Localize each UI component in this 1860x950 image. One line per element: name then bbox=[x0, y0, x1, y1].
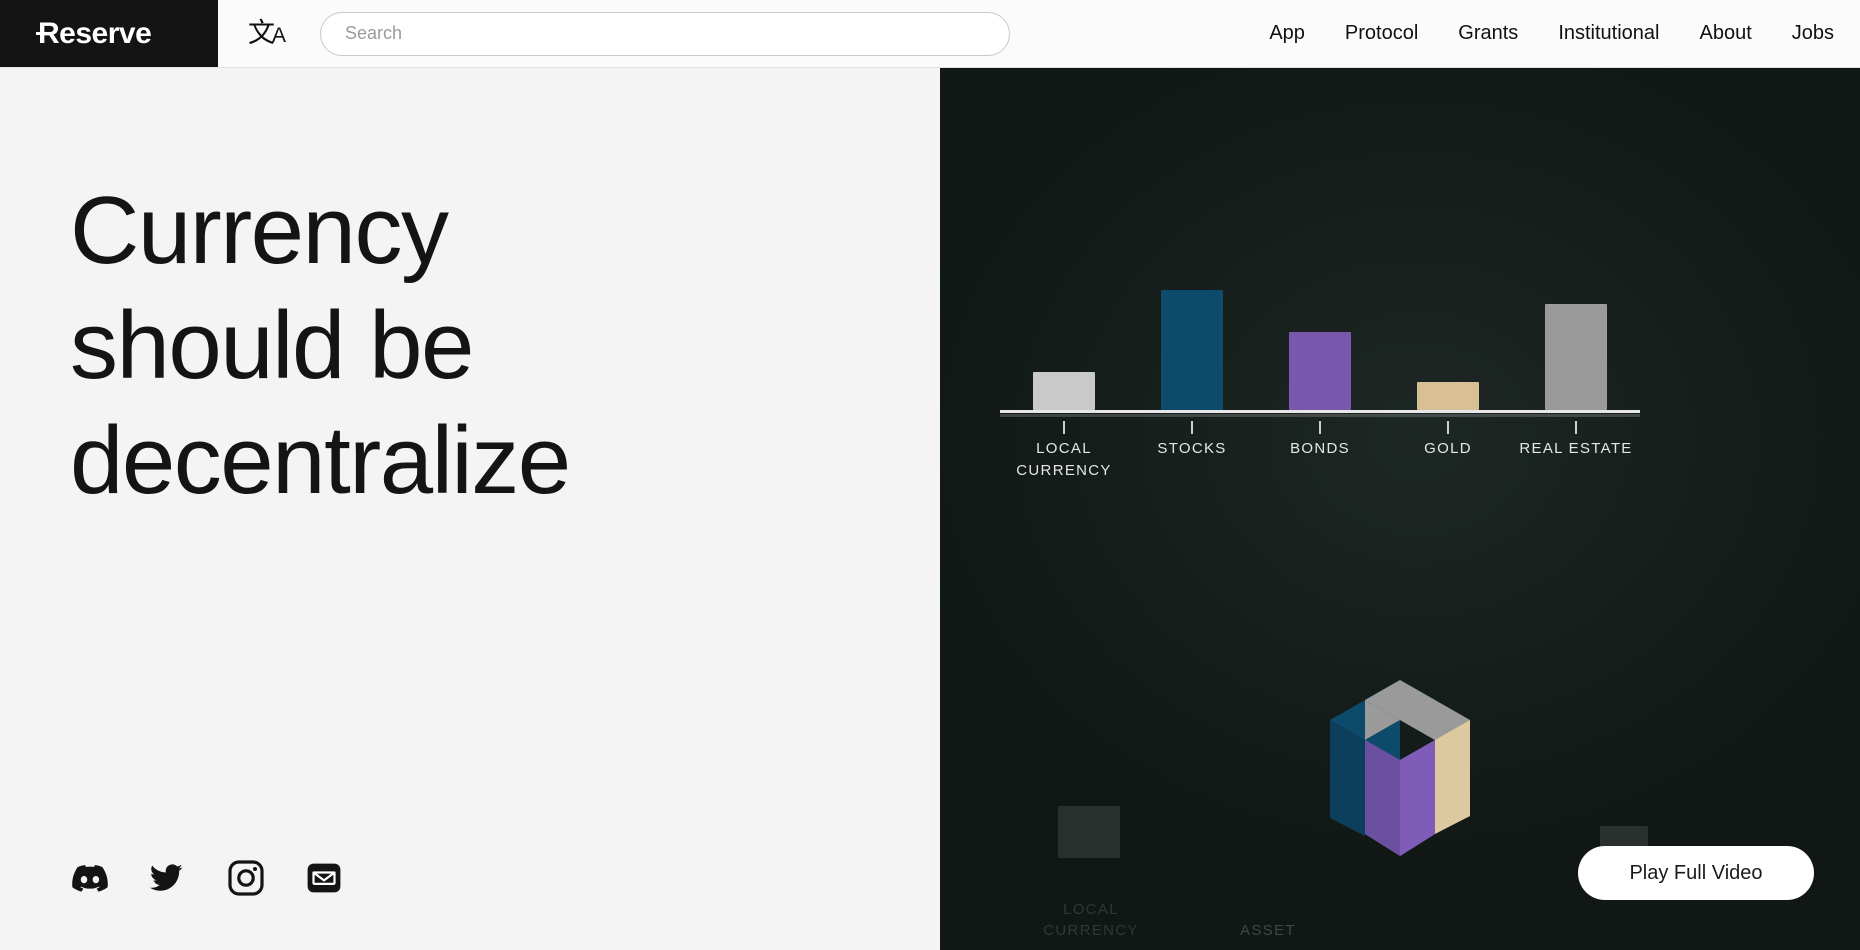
chart-label-bonds: BONDS bbox=[1290, 440, 1350, 457]
main-navigation: App Protocol Grants Institutional About … bbox=[1249, 22, 1834, 45]
headline-line-2: should be bbox=[70, 292, 474, 400]
ghost-label-local-currency: LOCAL CURRENCY bbox=[1043, 900, 1139, 940]
header-right: 文A App Protocol Grants Institutional Abo… bbox=[218, 0, 1860, 67]
bar-col-gold bbox=[1384, 290, 1512, 410]
chart-label-real-estate: REAL ESTATE bbox=[1519, 440, 1633, 457]
bar-bonds bbox=[1289, 332, 1351, 410]
logo-strike-icon bbox=[36, 31, 51, 35]
nav-item-app[interactable]: App bbox=[1249, 22, 1325, 45]
headline-line-1: Currency bbox=[70, 177, 449, 284]
logo[interactable]: Reserve bbox=[36, 16, 152, 50]
chart-labels: LOCAL CURRENCY STOCKS BONDS GOLD REAL ES… bbox=[1000, 438, 1640, 490]
tick-col bbox=[1512, 421, 1640, 434]
nav-item-about[interactable]: About bbox=[1679, 22, 1771, 45]
bar-col-real-estate bbox=[1512, 290, 1640, 410]
logo-mark: Reserve bbox=[36, 16, 152, 50]
tick-col bbox=[1000, 421, 1128, 434]
tick-mark bbox=[1191, 421, 1193, 434]
search-input[interactable] bbox=[345, 23, 986, 44]
instagram-icon[interactable] bbox=[226, 858, 266, 898]
search-box[interactable] bbox=[320, 11, 1011, 56]
tick-mark bbox=[1319, 421, 1321, 434]
nav-item-protocol[interactable]: Protocol bbox=[1325, 22, 1438, 45]
chart-axis-line bbox=[1000, 410, 1640, 413]
ghost-label-asset: ASSET bbox=[1240, 922, 1296, 940]
play-full-video-button[interactable]: Play Full Video bbox=[1578, 846, 1814, 900]
tick-mark bbox=[1447, 421, 1449, 434]
tick-col bbox=[1256, 421, 1384, 434]
bar-gold bbox=[1417, 382, 1479, 410]
chart-label-gold: GOLD bbox=[1424, 440, 1472, 457]
nav-item-jobs[interactable]: Jobs bbox=[1772, 22, 1834, 45]
bar-real-estate bbox=[1545, 304, 1607, 410]
hero-left-panel: Currency should be decentralize bbox=[0, 68, 940, 950]
chart-label-stocks: STOCKS bbox=[1157, 440, 1227, 457]
logo-text: Reserve bbox=[38, 16, 152, 50]
social-links bbox=[70, 858, 344, 898]
bar-local-currency bbox=[1033, 371, 1095, 410]
tick-mark bbox=[1575, 421, 1577, 434]
discord-icon[interactable] bbox=[70, 858, 110, 898]
email-icon[interactable] bbox=[304, 858, 344, 898]
chart-bars bbox=[1000, 290, 1640, 410]
asset-bar-chart: LOCAL CURRENCY STOCKS BONDS GOLD REAL ES… bbox=[1000, 240, 1640, 490]
language-icon-latin-glyph: A bbox=[272, 24, 287, 47]
bar-col-bonds bbox=[1256, 290, 1384, 410]
twitter-icon[interactable] bbox=[148, 858, 188, 898]
tick-col bbox=[1384, 421, 1512, 434]
site-header: Reserve 文A App Protocol Grants Instituti… bbox=[0, 0, 1860, 68]
language-translate-icon[interactable]: 文A bbox=[248, 20, 286, 47]
bar-stocks bbox=[1161, 290, 1223, 410]
ghost-bar-local-currency bbox=[1058, 806, 1120, 858]
language-icon-cjk-glyph: 文 bbox=[248, 18, 275, 48]
tick-mark bbox=[1063, 421, 1065, 434]
chart-label-local-currency: LOCAL CURRENCY bbox=[1016, 440, 1112, 479]
nav-item-institutional[interactable]: Institutional bbox=[1538, 22, 1679, 45]
bar-col-local-currency bbox=[1000, 290, 1128, 410]
bar-col-stocks bbox=[1128, 290, 1256, 410]
hero-right-panel: LOCAL CURRENCY STOCKS BONDS GOLD REAL ES… bbox=[940, 68, 1860, 950]
logo-block[interactable]: Reserve bbox=[0, 0, 218, 67]
headline-line-3: decentralize bbox=[70, 403, 890, 518]
hero-headline: Currency should be decentralize bbox=[70, 173, 890, 519]
chart-axis-shadow bbox=[1000, 414, 1640, 417]
tick-col bbox=[1128, 421, 1256, 434]
nav-item-grants[interactable]: Grants bbox=[1438, 22, 1538, 45]
chart-ticks bbox=[1000, 421, 1640, 434]
